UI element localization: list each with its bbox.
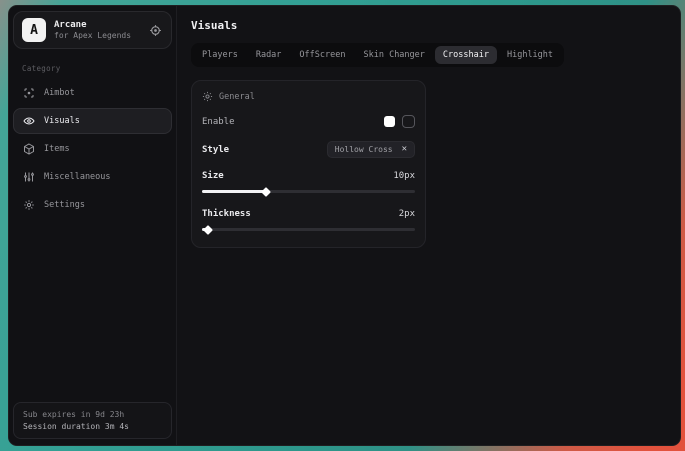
- gear-sun-icon: [202, 91, 213, 102]
- cube-icon: [23, 143, 35, 155]
- sidebar-nav: Aimbot Visuals Items: [13, 80, 172, 218]
- enable-checkbox[interactable]: [402, 115, 415, 128]
- game-background: { "app": { "name": "Arcane", "subtitle":…: [0, 0, 685, 451]
- sidebar-item-visuals[interactable]: Visuals: [13, 108, 172, 134]
- sidebar-item-label: Aimbot: [44, 88, 75, 98]
- tab-bar: Players Radar OffScreen Skin Changer Cro…: [191, 43, 564, 67]
- target-icon[interactable]: [149, 24, 162, 37]
- sidebar-item-label: Items: [44, 144, 70, 154]
- style-value: Hollow Cross: [335, 145, 393, 154]
- main-content: Visuals Players Radar OffScreen Skin Cha…: [177, 6, 680, 445]
- sidebar-item-miscellaneous[interactable]: Miscellaneous: [13, 164, 172, 190]
- app-subtitle: for Apex Legends: [54, 31, 131, 40]
- sidebar: A Arcane for Apex Legends Category: [9, 6, 177, 445]
- sliders-icon: [23, 171, 35, 183]
- app-header-card: A Arcane for Apex Legends: [13, 11, 172, 49]
- panel-title: General: [219, 92, 255, 102]
- size-slider-fill: [202, 190, 266, 193]
- sidebar-item-label: Visuals: [44, 116, 80, 126]
- general-panel: General Enable Style Hollow Cross ✕ Size…: [191, 80, 426, 248]
- thickness-slider-thumb[interactable]: [203, 225, 213, 235]
- enable-controls: [384, 115, 415, 128]
- app-window: A Arcane for Apex Legends Category: [8, 5, 681, 446]
- size-label: Size: [202, 171, 224, 181]
- sidebar-item-settings[interactable]: Settings: [13, 192, 172, 218]
- thickness-row: Thickness 2px: [202, 209, 415, 219]
- app-name: Arcane: [54, 20, 131, 30]
- app-title-block: Arcane for Apex Legends: [54, 20, 131, 40]
- size-slider[interactable]: [202, 186, 415, 196]
- sidebar-item-label: Miscellaneous: [44, 172, 111, 182]
- enable-label: Enable: [202, 117, 235, 127]
- thickness-label: Thickness: [202, 209, 251, 219]
- thickness-slider[interactable]: [202, 224, 415, 234]
- tab-crosshair[interactable]: Crosshair: [435, 46, 497, 64]
- sidebar-item-label: Settings: [44, 200, 85, 210]
- page-title: Visuals: [191, 19, 666, 32]
- style-dropdown[interactable]: Hollow Cross ✕: [327, 141, 415, 158]
- app-logo: A: [22, 18, 46, 42]
- tab-highlight[interactable]: Highlight: [499, 46, 561, 64]
- session-duration-text: Session duration 3m 4s: [23, 422, 162, 431]
- sidebar-item-aimbot[interactable]: Aimbot: [13, 80, 172, 106]
- clear-style-icon[interactable]: ✕: [402, 145, 407, 154]
- thickness-value: 2px: [399, 209, 415, 219]
- subscription-card: Sub expires in 9d 23h Session duration 3…: [13, 402, 172, 439]
- enable-row: Enable: [202, 115, 415, 128]
- style-label: Style: [202, 145, 229, 155]
- sidebar-item-items[interactable]: Items: [13, 136, 172, 162]
- tab-offscreen[interactable]: OffScreen: [291, 46, 353, 64]
- style-row: Style Hollow Cross ✕: [202, 141, 415, 158]
- size-value: 10px: [393, 171, 415, 181]
- category-label: Category: [22, 64, 172, 73]
- eye-icon: [23, 115, 35, 127]
- size-row: Size 10px: [202, 171, 415, 181]
- gear-icon: [23, 199, 35, 211]
- tab-radar[interactable]: Radar: [248, 46, 290, 64]
- thickness-slider-track: [202, 228, 415, 231]
- size-slider-thumb[interactable]: [261, 187, 271, 197]
- crosshair-icon: [23, 87, 35, 99]
- tab-skin-changer[interactable]: Skin Changer: [355, 46, 432, 64]
- tab-players[interactable]: Players: [194, 46, 246, 64]
- sub-expires-text: Sub expires in 9d 23h: [23, 410, 162, 419]
- panel-header: General: [202, 91, 415, 102]
- color-swatch[interactable]: [384, 116, 395, 127]
